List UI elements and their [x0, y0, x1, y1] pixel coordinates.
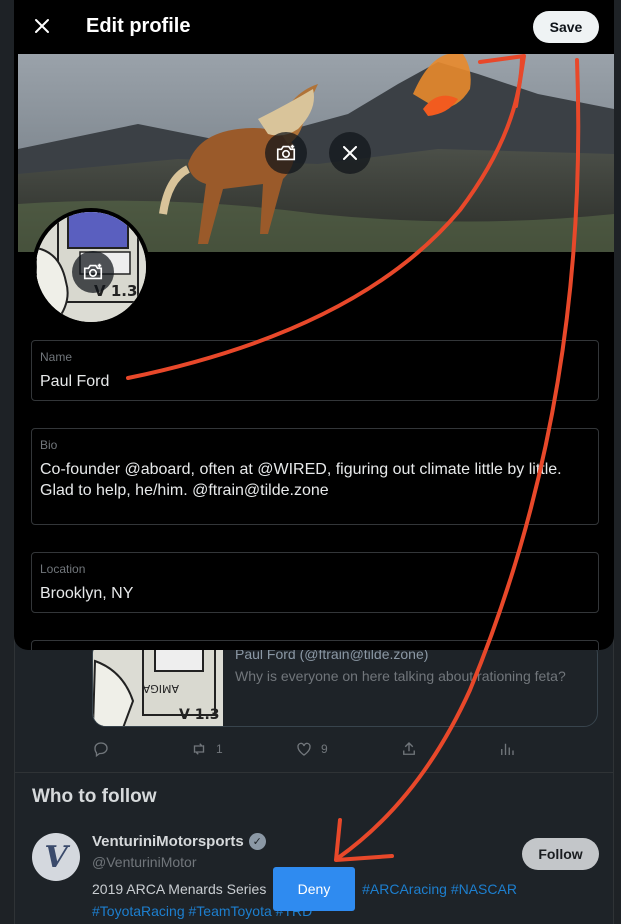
reply-icon: [94, 742, 108, 758]
name-input[interactable]: Paul Ford: [40, 371, 588, 392]
bio-input[interactable]: Co-founder @aboard, often at @WIRED, fig…: [40, 459, 588, 501]
close-icon: [35, 19, 49, 33]
quoted-tweet-text: Why is everyone on here talking about ra…: [235, 668, 566, 684]
website-field[interactable]: [31, 640, 599, 650]
account-name-row[interactable]: VenturiniMotorsports ✓: [92, 833, 266, 850]
quoted-tweet-image: AMIGA V 1.3: [93, 641, 223, 726]
camera-plus-icon: [83, 263, 103, 280]
account-bio-text: 2019 ARCA Menards Series: [92, 881, 267, 897]
follow-button[interactable]: Follow: [522, 838, 599, 870]
bio-field[interactable]: Bio Co-founder @aboard, often at @WIRED,…: [31, 428, 599, 525]
deny-button[interactable]: Deny: [273, 867, 355, 911]
save-button[interactable]: Save: [533, 11, 599, 43]
tweet-actions: 1 9: [92, 740, 522, 762]
share-icon: [403, 742, 415, 755]
account-bio-hashtags[interactable]: #ARCAracing #NASCAR: [362, 881, 517, 897]
remove-banner-button[interactable]: [329, 132, 371, 174]
location-field[interactable]: Location Brooklyn, NY: [31, 552, 599, 613]
like-count: 9: [321, 742, 328, 756]
reply-button[interactable]: [92, 740, 118, 758]
modal-header: Edit profile Save: [14, 0, 614, 54]
retweet-count: 1: [216, 742, 223, 756]
analytics-icon: [501, 743, 514, 755]
avatar-image: V 1.3: [36, 212, 146, 322]
who-to-follow-title: Who to follow: [32, 786, 157, 807]
name-label: Name: [40, 350, 73, 364]
camera-plus-icon: [276, 144, 296, 161]
profile-avatar[interactable]: V 1.3: [32, 208, 150, 326]
retweet-icon: [193, 743, 205, 755]
retweet-button[interactable]: 1: [190, 740, 223, 758]
modal-title: Edit profile: [86, 15, 191, 37]
account-handle: @VenturiniMotor: [92, 854, 197, 870]
analytics-button[interactable]: [498, 740, 516, 758]
account-avatar[interactable]: V: [32, 833, 80, 881]
location-label: Location: [40, 562, 86, 576]
add-banner-photo-button[interactable]: [265, 132, 307, 174]
edit-profile-modal: Edit profile Save V 1.3 Name Paul Ford B…: [14, 0, 614, 650]
share-button[interactable]: [400, 740, 418, 758]
svg-text:AMIGA: AMIGA: [142, 682, 179, 695]
account-name: VenturiniMotorsports: [92, 833, 244, 850]
location-input[interactable]: Brooklyn, NY: [40, 583, 588, 604]
section-divider: [14, 772, 614, 773]
add-avatar-photo-button[interactable]: [72, 251, 114, 293]
close-icon: [343, 146, 357, 160]
heart-icon: [297, 742, 311, 756]
bio-label: Bio: [40, 438, 58, 452]
svg-text:V 1.3: V 1.3: [179, 707, 220, 723]
name-field[interactable]: Name Paul Ford: [31, 340, 599, 401]
like-button[interactable]: 9: [295, 740, 328, 758]
quoted-tweet-card[interactable]: AMIGA V 1.3 Paul Ford (@ftrain@tilde.zon…: [92, 640, 598, 727]
verified-badge-icon: ✓: [248, 833, 266, 850]
close-button[interactable]: [30, 14, 54, 38]
